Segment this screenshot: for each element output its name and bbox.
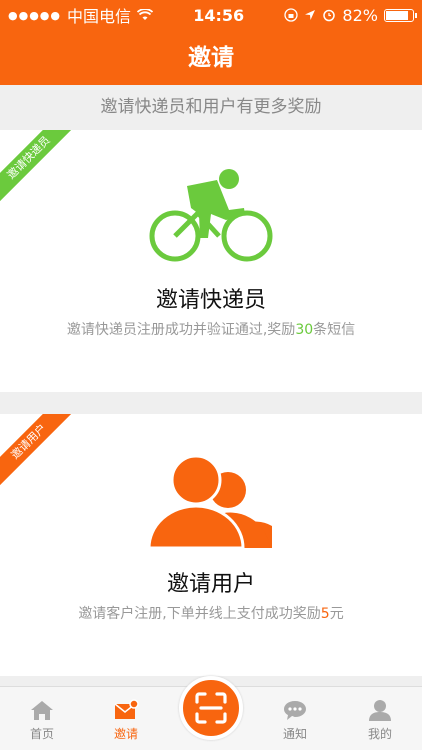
lock-rotation-icon <box>284 8 299 22</box>
courier-reward-count: 30 <box>295 322 314 338</box>
tab-notify-label: 通知 <box>282 727 307 741</box>
user-reward-amount: 5 <box>320 606 330 622</box>
battery-percent: 82% <box>342 5 378 25</box>
person-icon <box>369 700 391 721</box>
user-desc-text: 邀请客户注册,下单并线上支付成功奖励 <box>78 606 321 622</box>
battery-icon <box>383 8 417 22</box>
alarm-icon <box>323 9 336 22</box>
cyclist-icon <box>0 168 422 268</box>
signal-icon: ●●●●● <box>8 8 61 22</box>
tab-notify[interactable]: 通知 <box>253 687 337 750</box>
users-icon <box>0 454 422 549</box>
page-subtitle: 邀请快递员和用户有更多奖励 <box>100 97 322 117</box>
user-card-desc: 邀请客户注册,下单并线上支付成功奖励5元 <box>0 603 422 623</box>
courier-desc-suffix: 条短信 <box>313 322 356 338</box>
envelope-icon <box>114 699 139 719</box>
clock: 14:56 <box>193 5 245 25</box>
page-title: 邀请 <box>188 45 234 71</box>
home-icon <box>31 701 53 720</box>
user-desc-suffix: 元 <box>329 606 344 622</box>
tab-home[interactable]: 首页 <box>0 687 84 750</box>
scan-button[interactable] <box>179 676 243 740</box>
courier-card-desc: 邀请快递员注册成功并验证通过,奖励30条短信 <box>0 319 422 339</box>
tab-home-label: 首页 <box>29 727 54 741</box>
status-bar: ●●●●● 中国电信 14:56 82% <box>0 0 422 30</box>
invite-courier-card[interactable]: 邀请快递员 邀请快递员 邀请快递员注册成功并验证通过,奖励30条短信 <box>0 130 422 392</box>
tab-mine[interactable]: 我的 <box>338 687 422 750</box>
scan-icon <box>195 692 227 724</box>
invite-user-card[interactable]: 邀请用户 邀请用户 邀请客户注册,下单并线上支付成功奖励5元 <box>0 414 422 676</box>
tab-mine-label: 我的 <box>367 727 392 741</box>
chat-bubble-icon <box>284 701 306 720</box>
location-icon <box>305 10 316 20</box>
header: ●●●●● 中国电信 14:56 82% 邀请 <box>0 0 422 85</box>
tab-invite-label: 邀请 <box>113 727 138 741</box>
courier-card-title: 邀请快递员 <box>155 288 266 313</box>
wifi-icon <box>137 9 154 20</box>
courier-desc-text: 邀请快递员注册成功并验证通过,奖励 <box>66 322 296 338</box>
tab-invite[interactable]: 邀请 <box>84 687 168 750</box>
user-card-title: 邀请用户 <box>166 572 255 597</box>
carrier-label: 中国电信 <box>67 7 132 26</box>
